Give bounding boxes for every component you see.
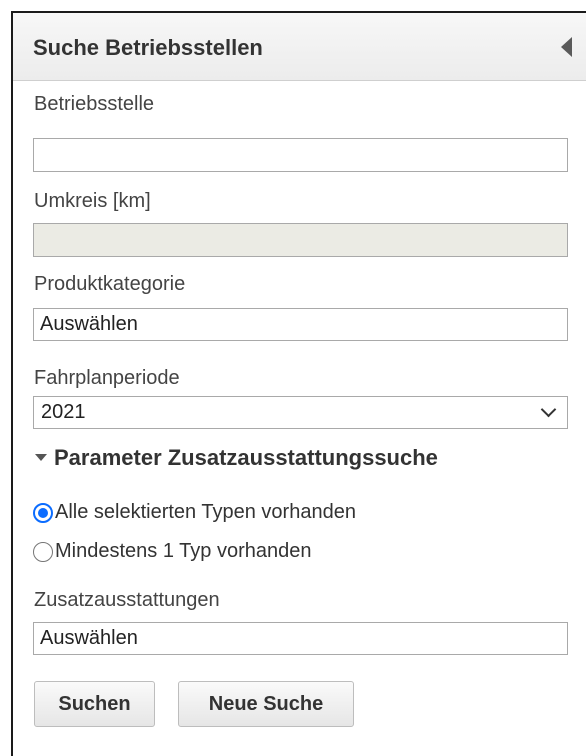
produktkategorie-label: Produktkategorie — [34, 273, 186, 295]
umkreis-label: Umkreis [km] — [34, 190, 151, 212]
fahrplanperiode-select[interactable]: 2021 — [33, 396, 568, 429]
panel-header: Suche Betriebsstellen — [13, 13, 586, 81]
chevron-down-icon — [540, 401, 557, 418]
search-panel: Suche Betriebsstellen Betriebsstelle Umk… — [11, 11, 586, 756]
new-search-button[interactable]: Neue Suche — [178, 681, 354, 727]
collapse-left-icon[interactable] — [561, 37, 572, 57]
fahrplanperiode-value: 2021 — [41, 401, 86, 423]
radio-all-types-indicator[interactable] — [33, 503, 53, 523]
zusatz-section-title: Parameter Zusatzausstattungssuche — [54, 445, 438, 470]
radio-min-one-type-label: Mindestens 1 Typ vorhanden — [55, 540, 312, 562]
radio-min-one-type-indicator[interactable] — [33, 542, 53, 562]
triangle-down-icon — [35, 454, 47, 461]
search-button[interactable]: Suchen — [34, 681, 155, 727]
zusatzausstattungen-label: Zusatzausstattungen — [34, 589, 220, 611]
produktkategorie-picker[interactable]: Auswählen — [33, 308, 568, 341]
betriebsstelle-input[interactable] — [33, 138, 568, 172]
umkreis-input[interactable] — [33, 223, 568, 257]
zusatzausstattungen-picker[interactable]: Auswählen — [33, 622, 568, 655]
betriebsstelle-label: Betriebsstelle — [34, 93, 155, 115]
panel-title: Suche Betriebsstellen — [33, 35, 263, 60]
radio-all-types-label: Alle selektierten Typen vorhanden — [55, 501, 356, 523]
fahrplanperiode-label: Fahrplanperiode — [34, 367, 180, 389]
